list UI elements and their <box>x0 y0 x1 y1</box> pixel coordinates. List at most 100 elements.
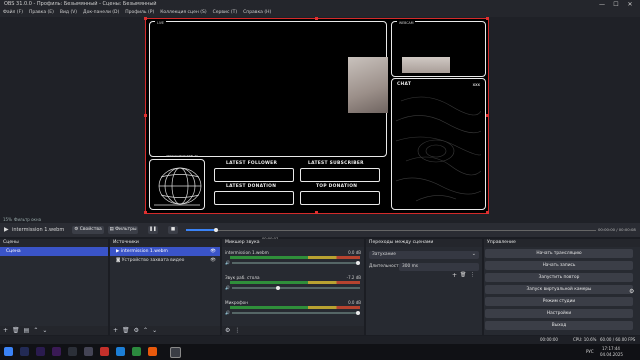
source-item[interactable]: ▶ intermission 1.webm 👁 <box>110 247 220 256</box>
title-bar: OBS 31.0.0 - Профиль: Безымянный - Сцены… <box>0 0 640 9</box>
exit-button[interactable]: Выход <box>485 321 633 330</box>
media-file-name: intermission 1.webm <box>12 227 65 233</box>
app-icon[interactable] <box>84 347 93 356</box>
volume-slider[interactable] <box>232 312 360 314</box>
settings-button[interactable]: Настройки <box>485 309 633 318</box>
play-icon[interactable]: ▶ <box>4 226 9 233</box>
app-icon[interactable] <box>116 347 125 356</box>
resize-handle[interactable] <box>315 17 318 20</box>
duration-value: 300 ms <box>402 264 418 269</box>
clock-time[interactable]: 17:17:44 <box>602 346 620 351</box>
app-icon[interactable] <box>148 347 157 356</box>
gear-icon[interactable]: ⚙ <box>629 288 634 295</box>
resize-handle[interactable] <box>144 114 147 117</box>
delete-icon[interactable]: 🗑 <box>12 327 20 334</box>
menu-file[interactable]: Файл (F) <box>3 9 23 17</box>
volume-slider[interactable] <box>232 287 360 289</box>
menu-help[interactable]: Справка (H) <box>243 9 271 17</box>
app-icon[interactable] <box>68 347 77 356</box>
properties-label: Свойства <box>79 227 102 232</box>
move-up-icon[interactable]: ⌃ <box>33 327 38 334</box>
more-icon[interactable]: ⋮ <box>470 272 475 278</box>
menu-docks[interactable]: Док-панели (D) <box>83 9 119 17</box>
filter-icon: ▤ <box>109 227 114 232</box>
resize-handle[interactable] <box>144 211 147 214</box>
volume-knob[interactable] <box>276 286 280 290</box>
start-virtual-camera-button[interactable]: Запуск виртуальной камеры <box>485 285 633 294</box>
language-indicator[interactable]: РУС <box>586 349 594 354</box>
close-button[interactable]: ✕ <box>624 0 636 9</box>
start-streaming-button[interactable]: Начать трансляцию <box>485 249 633 258</box>
start-replay-button[interactable]: Запустить повтор <box>485 273 633 282</box>
more-icon[interactable]: ⋮ <box>234 327 240 334</box>
seek-knob[interactable] <box>214 228 218 232</box>
controls-dock: Управление Начать трансляцию Начать запи… <box>484 239 640 335</box>
start-recording-button[interactable]: Начать запись <box>485 261 633 270</box>
controls-dock-title: Управление <box>484 239 640 247</box>
app-icon[interactable] <box>100 347 109 356</box>
chevron-down-icon: ⌄ <box>471 251 476 257</box>
mixer-channel-db: 0.0 dB <box>348 300 361 305</box>
move-up-icon[interactable]: ⌃ <box>143 327 148 334</box>
gear-icon[interactable]: ⚙ <box>134 327 139 334</box>
visibility-eye-icon[interactable]: 👁 <box>210 247 216 256</box>
volume-knob[interactable] <box>356 261 360 265</box>
add-icon[interactable]: + <box>113 327 118 334</box>
top-donation-title: TOP DONATION <box>316 184 358 189</box>
seek-progress <box>186 229 216 231</box>
delete-icon[interactable]: 🗑 <box>122 327 130 334</box>
resize-handle[interactable] <box>486 17 489 20</box>
duration-input[interactable]: 300 ms <box>399 263 479 271</box>
studio-mode-button[interactable]: Режим студии <box>485 297 633 306</box>
live-tag: LIVE <box>155 21 166 25</box>
globe-icon <box>154 167 202 206</box>
resize-handle[interactable] <box>486 114 489 117</box>
add-icon[interactable]: + <box>3 327 8 334</box>
filter-icon[interactable]: ▤ <box>24 327 30 334</box>
minimize-button[interactable]: — <box>596 0 608 9</box>
delete-icon[interactable]: 🗑 <box>460 272 466 278</box>
volume-slider[interactable] <box>232 262 360 264</box>
preview-canvas[interactable]: LIVE WEBCAM CHAT XXX WWW.YOURCHANNEL.TV … <box>145 18 489 214</box>
resize-handle[interactable] <box>144 17 147 20</box>
volume-knob[interactable] <box>356 311 360 315</box>
speaker-icon[interactable]: 🔊 <box>225 260 230 265</box>
source-item-label: Устройство захвата видео <box>121 258 185 263</box>
pause-button[interactable]: ❚❚ <box>148 226 158 234</box>
speaker-icon[interactable]: 🔊 <box>225 285 230 290</box>
webcam-tag: WEBCAM <box>397 21 416 25</box>
stop-button[interactable]: ■ <box>168 226 178 234</box>
move-down-icon[interactable]: ⌄ <box>152 327 157 334</box>
visibility-eye-icon[interactable]: 👁 <box>210 256 216 265</box>
scenes-toolbar: + 🗑 ▤ ⌃ ⌄ <box>0 326 108 335</box>
menu-tools[interactable]: Сервис (T) <box>213 9 238 17</box>
add-icon[interactable]: + <box>452 272 457 279</box>
filters-button[interactable]: ▤ Фильтры <box>108 226 138 234</box>
app-icon[interactable] <box>36 347 45 356</box>
chat-title: CHAT <box>397 82 412 87</box>
menu-edit[interactable]: Правка (E) <box>29 9 54 17</box>
menu-view[interactable]: Вид (V) <box>60 9 77 17</box>
source-item[interactable]: ◙ Устройство захвата видео 👁 <box>110 256 220 265</box>
speaker-icon[interactable]: 🔊 <box>225 310 230 315</box>
resize-handle[interactable] <box>486 211 489 214</box>
transition-select[interactable]: Затухание ⌄ <box>369 251 479 259</box>
gear-icon[interactable]: ⚙ <box>225 327 230 334</box>
obs-icon[interactable] <box>170 347 181 358</box>
filters-label: Фильтры <box>115 227 137 232</box>
app-icon[interactable] <box>20 347 29 356</box>
app-icon[interactable] <box>132 347 141 356</box>
menu-scene-collection[interactable]: Коллекция сцен (S) <box>160 9 206 17</box>
sources-toolbar: + 🗑 ⚙ ⌃ ⌄ <box>110 326 220 335</box>
menu-profile[interactable]: Профиль (P) <box>125 9 154 17</box>
move-down-icon[interactable]: ⌄ <box>42 327 47 334</box>
seek-bar[interactable] <box>186 230 596 231</box>
scene-item[interactable]: Сцена <box>0 247 108 256</box>
clock-date[interactable]: 04.04.2025 <box>600 352 623 357</box>
app-icon[interactable] <box>52 347 61 356</box>
properties-button[interactable]: ⚙ Свойства <box>72 226 104 234</box>
resize-handle[interactable] <box>315 211 318 214</box>
start-icon[interactable] <box>4 347 13 356</box>
maximize-button[interactable]: ☐ <box>610 0 622 9</box>
mixer-dock: Микшер звука intermission 1.webm 0.0 dB … <box>222 239 364 335</box>
